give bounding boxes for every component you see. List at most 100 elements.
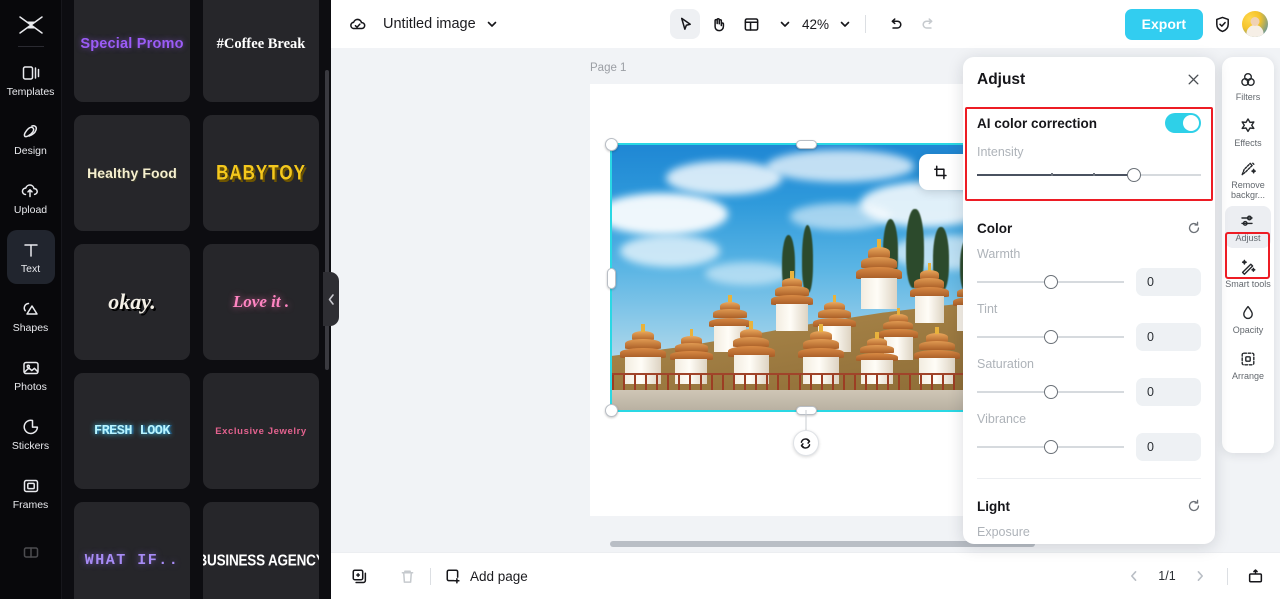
saturation-slider-thumb[interactable] — [1043, 385, 1058, 399]
avatar[interactable] — [1242, 11, 1268, 37]
rotate-handle[interactable] — [792, 430, 819, 456]
template-card[interactable]: #Coffee Break — [203, 0, 319, 102]
sidebar-item-label: Templates — [6, 86, 55, 98]
select-tool-button[interactable] — [670, 9, 700, 39]
shapes-icon — [21, 298, 41, 320]
saturation-slider-row: 0 — [977, 378, 1201, 406]
present-button[interactable] — [1240, 561, 1270, 591]
template-card[interactable]: FRESH LOOK — [74, 373, 190, 489]
export-button[interactable]: Export — [1124, 8, 1203, 40]
next-page-button[interactable] — [1185, 561, 1215, 591]
right-sidebar: Filters Effects Remove backgr... Adjust … — [1222, 57, 1274, 453]
intensity-slider-thumb[interactable] — [1126, 168, 1141, 182]
topbar-right-actions: Export — [1124, 8, 1268, 40]
template-card[interactable]: WHAT IF.. — [74, 502, 190, 599]
saturation-slider[interactable] — [977, 385, 1124, 399]
collapse-panel-handle[interactable] — [323, 272, 339, 326]
tint-slider-thumb[interactable] — [1043, 330, 1058, 344]
sidebar-item-design[interactable]: Design — [7, 112, 55, 166]
resize-handle-bottom-center[interactable] — [795, 406, 817, 415]
saturation-value[interactable]: 0 — [1136, 378, 1201, 406]
undo-button[interactable] — [880, 9, 910, 39]
right-item-effects[interactable]: Effects — [1225, 111, 1271, 153]
right-item-arrange[interactable]: Arrange — [1225, 344, 1271, 386]
resize-handle-middle-left[interactable] — [607, 267, 616, 289]
template-card[interactable]: Love it . — [203, 244, 319, 360]
close-icon[interactable] — [1186, 72, 1201, 87]
right-item-remove-background[interactable]: Remove backgr... — [1225, 157, 1271, 202]
warmth-slider[interactable] — [977, 275, 1124, 289]
right-item-opacity[interactable]: Opacity — [1225, 298, 1271, 340]
sidebar-item-more[interactable] — [7, 525, 55, 579]
resize-handle-top-left[interactable] — [605, 138, 618, 151]
template-card[interactable]: Healthy Food — [74, 115, 190, 231]
intensity-slider[interactable] — [977, 168, 1201, 182]
sidebar-item-label: Stickers — [11, 440, 50, 452]
right-item-filters[interactable]: Filters — [1225, 65, 1271, 107]
capcut-logo-icon[interactable] — [9, 8, 53, 42]
redo-button[interactable] — [913, 9, 943, 39]
reset-icon[interactable] — [1187, 221, 1201, 235]
tint-value[interactable]: 0 — [1136, 323, 1201, 351]
sidebar-item-stickers[interactable]: Stickers — [7, 407, 55, 461]
template-card[interactable]: okay. — [74, 244, 190, 360]
left-sidebar: Templates Design Upload Text Shapes Phot… — [0, 0, 62, 599]
sidebar-item-photos[interactable]: Photos — [7, 348, 55, 402]
adjust-panel-header: Adjust — [963, 57, 1215, 102]
tint-slider[interactable] — [977, 330, 1124, 344]
template-card[interactable]: BUSINESS AGENCY — [203, 502, 319, 599]
sidebar-item-text[interactable]: Text — [6, 230, 55, 284]
sidebar-item-shapes[interactable]: Shapes — [7, 289, 55, 343]
sidebar-item-frames[interactable]: Frames — [7, 466, 55, 520]
template-card-label: WHAT IF.. — [84, 551, 180, 569]
resize-handle-top-center[interactable] — [795, 140, 817, 149]
right-item-label: Filters — [1235, 91, 1261, 102]
delete-page-button[interactable] — [392, 561, 422, 591]
right-item-adjust[interactable]: Adjust — [1225, 206, 1271, 248]
tint-slider-row: 0 — [977, 323, 1201, 351]
sidebar-item-upload[interactable]: Upload — [7, 171, 55, 225]
sidebar-item-templates[interactable]: Templates — [7, 53, 55, 107]
chevron-down-icon[interactable] — [486, 18, 498, 30]
photos-icon — [21, 357, 41, 379]
layout-tool-button[interactable] — [736, 9, 766, 39]
fence-layer — [612, 372, 999, 392]
right-item-label: Effects — [1234, 137, 1262, 148]
document-title[interactable]: Untitled image — [383, 16, 476, 32]
reset-icon[interactable] — [1187, 499, 1201, 513]
layout-chevron-down-icon[interactable] — [779, 18, 791, 30]
zoom-control[interactable]: 42% — [802, 17, 851, 32]
duplicate-page-button[interactable] — [344, 561, 374, 591]
vibrance-slider-thumb[interactable] — [1043, 440, 1058, 454]
tint-label: Tint — [977, 302, 998, 316]
zoom-chevron-down-icon[interactable] — [839, 18, 851, 30]
template-card[interactable]: BABYTOY — [203, 115, 319, 231]
sidebar-item-label: Design — [14, 145, 47, 157]
shield-check-icon[interactable] — [1213, 15, 1232, 34]
templates-icon — [21, 62, 41, 84]
right-item-smart-tools[interactable]: Smart tools — [1225, 252, 1271, 294]
adjust-panel-body: AI color correction Intensity Color Warm… — [963, 111, 1215, 539]
hand-tool-button[interactable] — [703, 9, 733, 39]
right-item-label: Smart tools — [1225, 278, 1271, 289]
cloud-saved-icon — [348, 15, 367, 34]
vibrance-slider[interactable] — [977, 440, 1124, 454]
prev-page-button[interactable] — [1119, 561, 1149, 591]
ai-color-correction-toggle[interactable] — [1165, 113, 1201, 133]
bottom-toolbar: Add page 1/1 — [331, 552, 1280, 599]
ai-color-correction-label: AI color correction — [977, 115, 1098, 131]
effects-star-icon — [1239, 117, 1257, 136]
more-tools-icon — [21, 541, 41, 563]
crop-button[interactable] — [926, 158, 955, 186]
vibrance-label: Vibrance — [977, 412, 1027, 426]
vibrance-value[interactable]: 0 — [1136, 433, 1201, 461]
template-card-label: #Coffee Break — [216, 35, 306, 52]
template-card[interactable]: Special Promo — [74, 0, 190, 102]
resize-handle-bottom-left[interactable] — [605, 404, 618, 417]
warmth-value[interactable]: 0 — [1136, 268, 1201, 296]
template-card[interactable]: Exclusive Jewelry — [203, 373, 319, 489]
add-page-button[interactable]: Add page — [439, 561, 534, 591]
design-icon — [21, 121, 41, 143]
sidebar-item-label: Text — [20, 263, 41, 275]
warmth-slider-thumb[interactable] — [1043, 275, 1058, 289]
